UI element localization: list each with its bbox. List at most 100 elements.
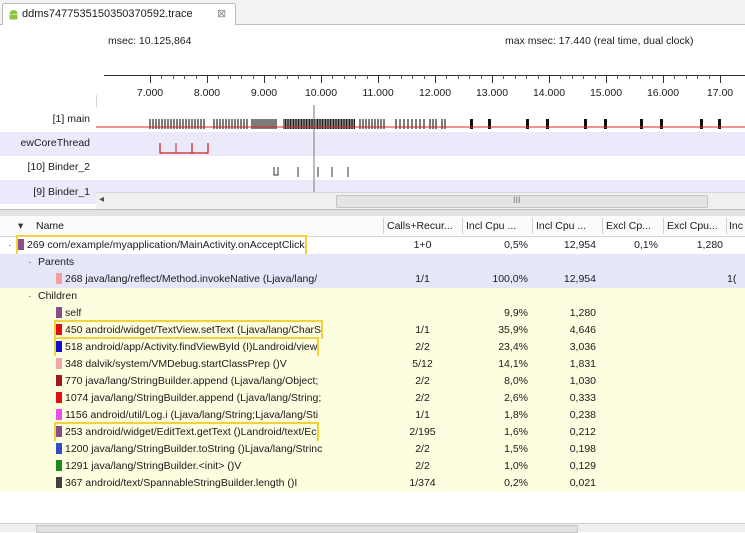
cell-extra bbox=[727, 407, 745, 424]
sort-arrow-icon[interactable]: ▾ bbox=[18, 216, 23, 236]
scroll-left-icon[interactable]: ◂ bbox=[99, 194, 104, 205]
tick-mark bbox=[435, 75, 436, 83]
cell-incl-pct: 0,5% bbox=[504, 239, 528, 251]
cell-incl-pct: 35,9% bbox=[498, 324, 528, 336]
col-divider[interactable] bbox=[462, 218, 463, 234]
method-name-cell[interactable]: 1200 java/lang/StringBuilder.toString ()… bbox=[56, 441, 381, 458]
method-color-swatch bbox=[56, 392, 62, 403]
tick-mark bbox=[264, 75, 265, 83]
method-color-swatch bbox=[56, 273, 62, 284]
cell-excl-pct bbox=[602, 373, 658, 390]
cell-calls: 1+0 bbox=[413, 239, 432, 251]
cell-excl bbox=[663, 475, 723, 492]
cell-incl-pct: 100,0% bbox=[492, 273, 528, 285]
cell-extra bbox=[727, 356, 745, 373]
col-incl-pct[interactable]: Incl Cpu ... bbox=[466, 216, 530, 236]
cell-excl bbox=[663, 458, 723, 475]
method-color-swatch bbox=[56, 358, 62, 369]
method-name-cell[interactable]: 268 java/lang/reflect/Method.invokeNativ… bbox=[56, 271, 381, 288]
col-excl-pct[interactable]: Excl Cp... bbox=[606, 216, 662, 236]
col-name[interactable]: Name bbox=[36, 216, 376, 236]
expand-toggle-icon[interactable]: · bbox=[28, 254, 36, 271]
cell-excl-pct bbox=[602, 441, 658, 458]
editor-tab-bar: ddms7477535150350370592.trace ⊠ bbox=[0, 0, 745, 25]
minor-tick bbox=[286, 75, 288, 79]
expand-toggle-icon[interactable]: · bbox=[8, 237, 16, 254]
method-name-cell[interactable]: 1156 android/util/Log.i (Ljava/lang/Stri… bbox=[56, 407, 381, 424]
cell-calls: 5/12 bbox=[412, 358, 433, 370]
method-name-cell[interactable]: 367 android/text/SpannableStringBuilder.… bbox=[56, 475, 381, 492]
method-name-text: 348 dalvik/system/VMDebug.startClassPrep… bbox=[65, 358, 287, 370]
cell-excl bbox=[663, 305, 723, 322]
method-name-cell[interactable]: Parents bbox=[38, 254, 381, 271]
method-color-swatch bbox=[56, 375, 62, 386]
method-name-cell[interactable]: Children bbox=[38, 288, 381, 305]
tick-mark bbox=[549, 75, 550, 83]
tick-label: 13.000 bbox=[475, 87, 509, 99]
table-scroll-thumb[interactable] bbox=[36, 525, 578, 533]
method-name-text: 1074 java/lang/StringBuilder.append (Lja… bbox=[65, 392, 322, 404]
method-name-cell[interactable]: 253 android/widget/EditText.getText ()La… bbox=[54, 422, 319, 443]
col-divider[interactable] bbox=[532, 218, 533, 234]
tick-mark bbox=[378, 75, 379, 83]
cell-excl-pct bbox=[602, 458, 658, 475]
cell-excl-pct bbox=[602, 322, 658, 339]
minor-tick bbox=[617, 75, 619, 79]
cell-calls: 1/1 bbox=[415, 409, 430, 421]
method-name-text: 770 java/lang/StringBuilder.append (Ljav… bbox=[65, 375, 319, 387]
cell-incl: 12,954 bbox=[563, 239, 596, 251]
tab-title: ddms7477535150350370592.trace bbox=[22, 8, 193, 20]
trace-file-tab[interactable]: ddms7477535150350370592.trace ⊠ bbox=[2, 3, 236, 25]
method-name-cell[interactable]: 518 android/app/Activity.findViewById (I… bbox=[53, 337, 320, 358]
minor-tick bbox=[298, 75, 300, 79]
col-calls[interactable]: Calls+Recur... bbox=[387, 216, 460, 236]
col-divider[interactable] bbox=[726, 218, 727, 234]
col-divider[interactable] bbox=[663, 218, 664, 234]
minor-tick bbox=[355, 75, 357, 79]
minor-tick bbox=[275, 75, 277, 79]
method-color-swatch bbox=[56, 409, 62, 420]
cell-calls: 1/374 bbox=[409, 477, 436, 489]
cell-extra bbox=[727, 254, 745, 271]
cell-incl: 0,021 bbox=[569, 477, 596, 489]
method-name-cell[interactable]: 770 java/lang/StringBuilder.append (Ljav… bbox=[56, 373, 381, 390]
method-name-cell[interactable]: 1291 java/lang/StringBuilder.<init> ()V bbox=[56, 458, 381, 475]
cell-incl-pct: 9,9% bbox=[504, 307, 528, 319]
method-name-cell[interactable]: 269 com/example/myapplication/MainActivi… bbox=[16, 235, 307, 256]
cell-extra bbox=[727, 305, 745, 322]
cell-excl: 1,280 bbox=[696, 239, 723, 251]
minor-tick bbox=[423, 75, 425, 79]
scroll-grip: III bbox=[513, 195, 521, 205]
tick-mark bbox=[150, 75, 151, 83]
cell-calls bbox=[383, 254, 462, 271]
cell-incl-pct: 2,6% bbox=[504, 392, 528, 404]
method-name-text: 268 java/lang/reflect/Method.invokeNativ… bbox=[65, 273, 318, 285]
col-inc-extra[interactable]: Inc bbox=[729, 216, 745, 236]
tick-mark bbox=[663, 75, 664, 83]
tick-label: 8.000 bbox=[193, 87, 221, 99]
minor-tick bbox=[457, 75, 459, 79]
close-icon[interactable]: ⊠ bbox=[217, 7, 226, 20]
method-name-cell[interactable]: 450 android/widget/TextView.setText (Lja… bbox=[53, 320, 324, 341]
method-name-cell[interactable]: self bbox=[56, 305, 381, 322]
expand-toggle-icon[interactable]: · bbox=[28, 288, 36, 305]
timeline-scrollbar[interactable]: ◂ III bbox=[96, 192, 745, 209]
method-name-cell[interactable]: 348 dalvik/system/VMDebug.startClassPrep… bbox=[56, 356, 381, 373]
cell-excl bbox=[663, 271, 723, 288]
cell-incl: 0,198 bbox=[569, 443, 596, 455]
method-name-text: Parents bbox=[38, 256, 75, 268]
scroll-thumb[interactable]: III bbox=[336, 195, 708, 208]
minor-tick bbox=[252, 75, 254, 79]
tick-mark bbox=[321, 75, 322, 83]
minor-tick bbox=[195, 75, 197, 79]
col-divider[interactable] bbox=[602, 218, 603, 234]
minor-tick bbox=[560, 75, 562, 79]
minor-tick bbox=[537, 75, 539, 79]
col-divider[interactable] bbox=[383, 218, 384, 234]
method-name-text: 450 android/widget/TextView.setText (Lja… bbox=[65, 324, 322, 336]
method-name-cell[interactable]: 1074 java/lang/StringBuilder.append (Lja… bbox=[56, 390, 381, 407]
col-incl[interactable]: Incl Cpu ... bbox=[536, 216, 596, 236]
method-name-text: 367 android/text/SpannableStringBuilder.… bbox=[65, 477, 298, 489]
col-excl[interactable]: Excl Cpu... bbox=[667, 216, 725, 236]
cell-incl: 12,954 bbox=[563, 273, 596, 285]
